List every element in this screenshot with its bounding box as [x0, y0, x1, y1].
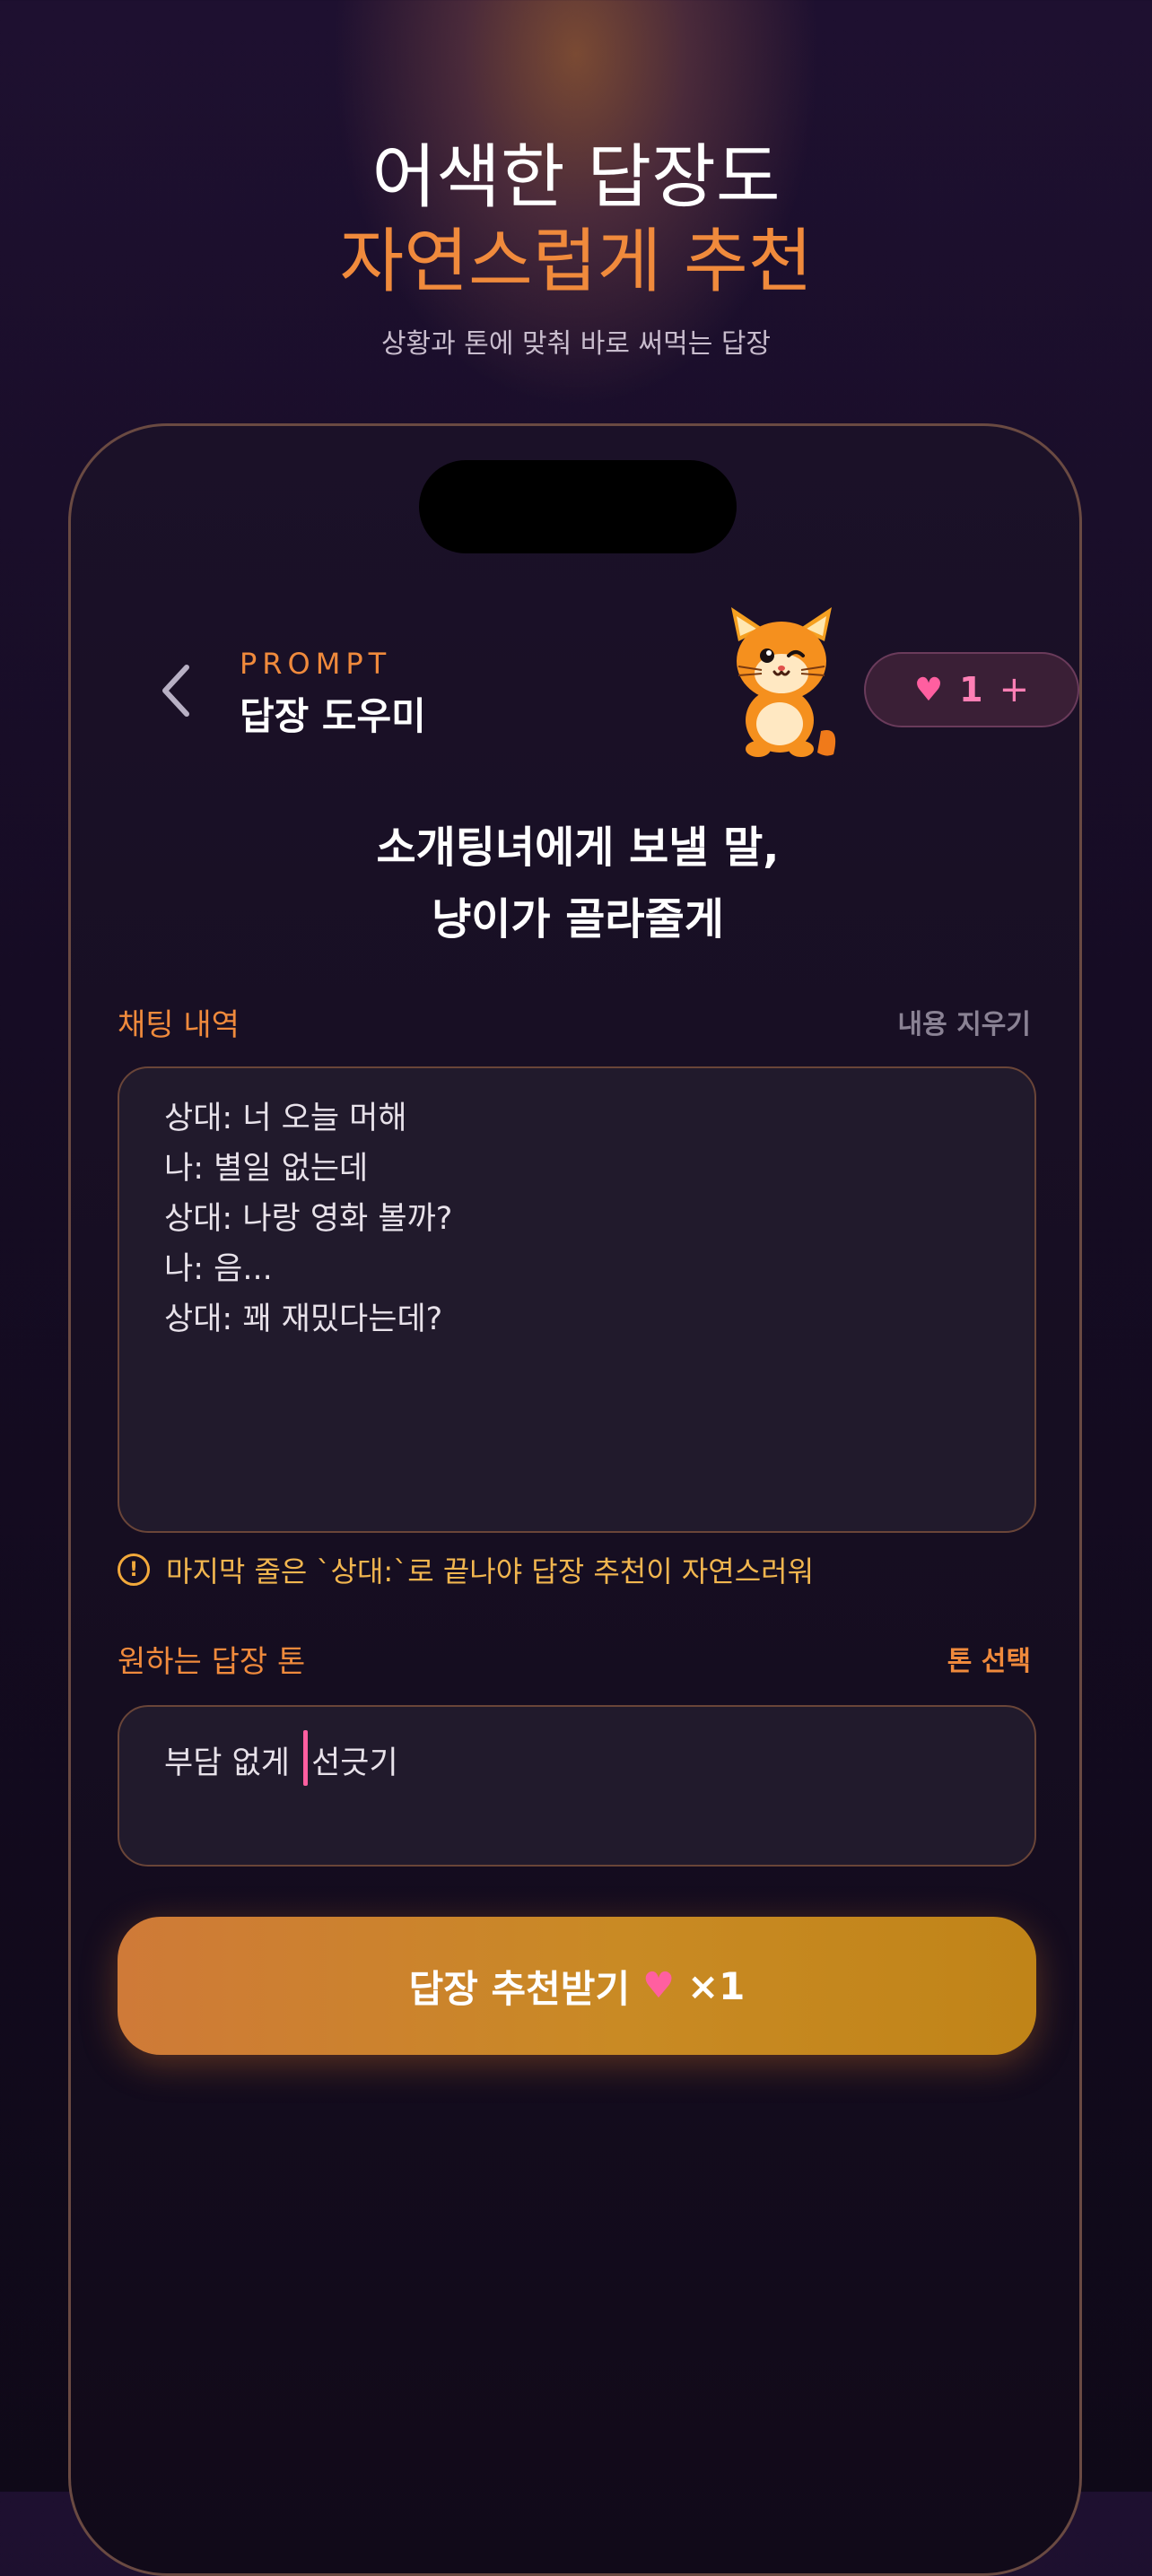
chat-line: 나: 음... — [164, 1251, 273, 1287]
headline-line1: 소개팅녀에게 보낼 말, — [376, 822, 780, 873]
tone-text-after: 선긋기 — [311, 1745, 398, 1781]
hero-title-line2: 자연스럽게 추천 — [339, 222, 813, 302]
tone-section-label: 원하는 답장 톤 — [118, 1644, 306, 1680]
tone-text-before: 부담 없게 — [164, 1745, 301, 1781]
plus-icon: + — [999, 669, 1030, 710]
tone-select-button[interactable]: 톤 선택 — [947, 1639, 1031, 1678]
dynamic-island — [419, 460, 737, 553]
hero-title-line1: 어색한 답장도 — [371, 137, 781, 218]
chat-line: 상대: 너 오늘 머해 — [164, 1101, 407, 1136]
cta-label: 답장 추천받기 — [408, 1966, 631, 2011]
cta-multiplier: ×1 — [686, 1963, 746, 2008]
phone-frame: PROMPT 답장 도우미 ♥ 1 + 소개팅녀에게 보낼 말, 냥이가 골라줄… — [68, 423, 1082, 2576]
heart-icon: ♥ — [642, 1965, 675, 2006]
headline: 소개팅녀에게 보낼 말, 냥이가 골라줄게 — [71, 812, 1085, 955]
chat-section-label: 채팅 내역 — [118, 1007, 240, 1043]
chat-history-input[interactable]: 상대: 너 오늘 머해 나: 별일 없는데 상대: 나랑 영화 볼까? 나: 음… — [118, 1066, 1036, 1533]
clear-content-button[interactable]: 내용 지우기 — [898, 1002, 1031, 1041]
heart-balance-button[interactable]: ♥ 1 + — [864, 652, 1079, 727]
text-cursor — [303, 1730, 309, 1786]
header-title: 답장 도우미 — [240, 694, 426, 738]
chat-line: 나: 별일 없는데 — [164, 1151, 369, 1187]
chat-line: 상대: 꽤 재밌다는데? — [164, 1301, 443, 1337]
chat-line: 상대: 나랑 영화 볼까? — [164, 1201, 453, 1237]
heart-count: 1 — [959, 670, 983, 709]
warning-hint: ! 마지막 줄은 `상대:`로 끝나야 답장 추천이 자연스러워 — [118, 1549, 814, 1590]
tone-input[interactable]: 부담 없게 선긋기 — [118, 1705, 1036, 1867]
hero-subtitle: 상황과 톤에 맞춰 바로 써먹는 답장 — [380, 328, 772, 360]
warning-text: 마지막 줄은 `상대:`로 끝나야 답장 추천이 자연스러워 — [166, 1554, 815, 1588]
get-reply-suggestion-button[interactable]: 답장 추천받기 ♥ ×1 — [118, 1917, 1036, 2055]
headline-line2: 냥이가 골라줄게 — [432, 894, 724, 944]
heart-icon: ♥ — [913, 671, 944, 709]
exclamation-circle-icon: ! — [118, 1553, 150, 1586]
header-eyebrow: PROMPT — [240, 647, 392, 681]
cat-mascot-icon — [731, 607, 836, 757]
back-button[interactable] — [146, 661, 205, 720]
chevron-left-icon — [162, 665, 189, 717]
